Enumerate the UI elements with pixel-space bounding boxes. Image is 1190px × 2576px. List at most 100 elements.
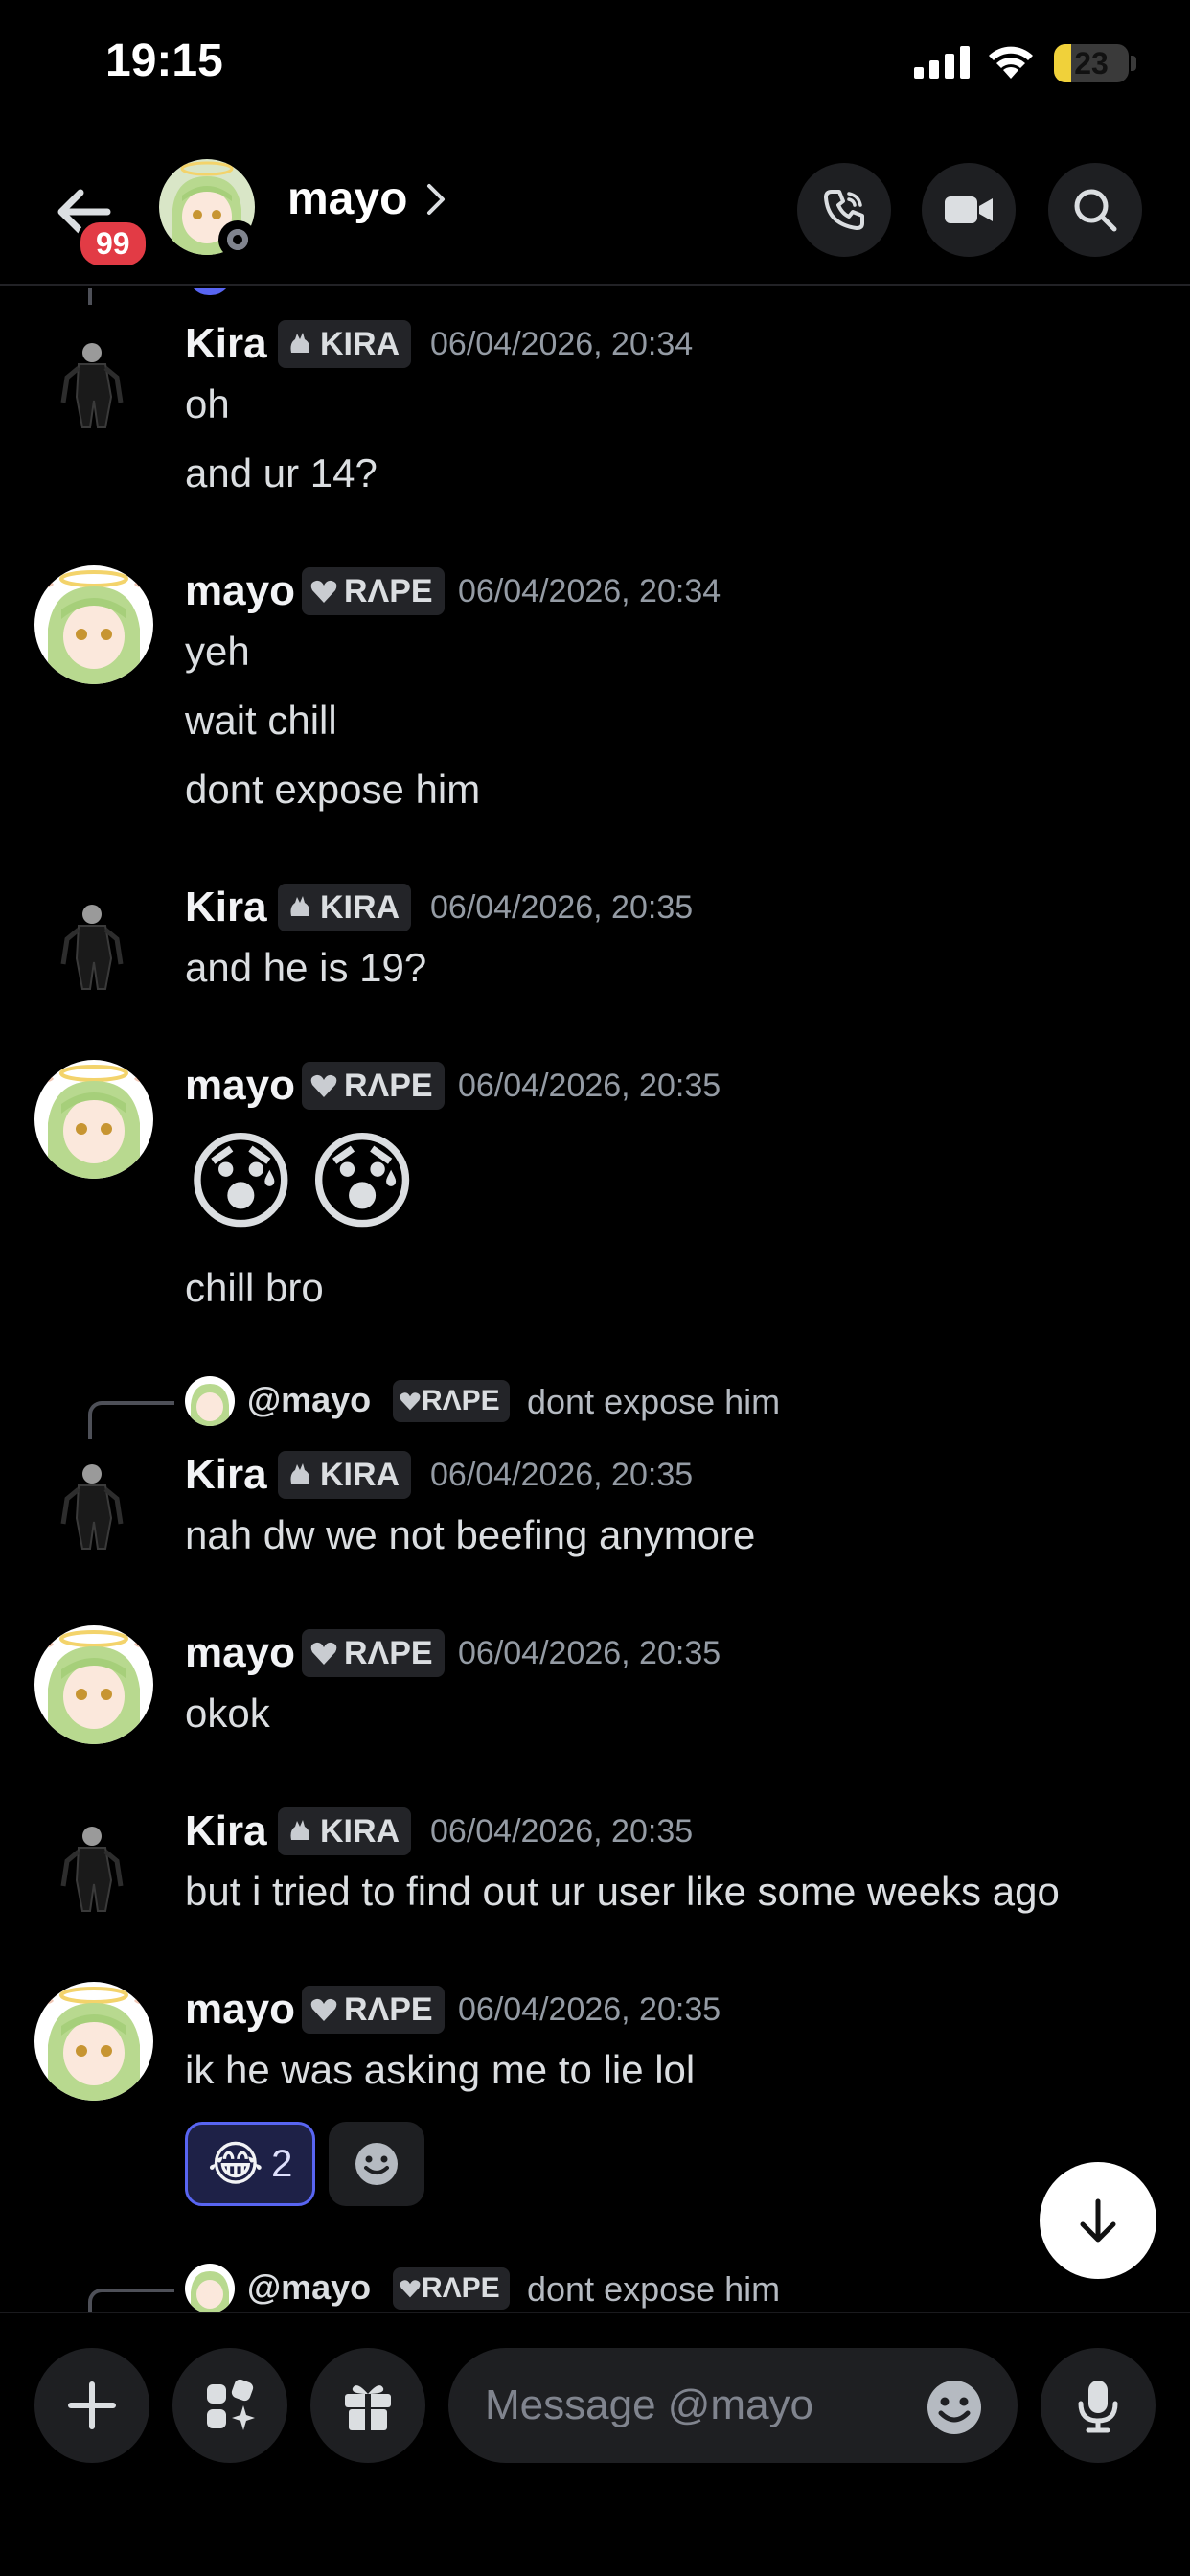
timestamp: 06/04/2026, 20:35 [458, 1068, 721, 1104]
reply-connector [88, 1401, 174, 1439]
server-tag-label: RΛPE [344, 1634, 433, 1671]
server-tag[interactable]: RΛPE [302, 1062, 445, 1110]
author-name[interactable]: mayo [185, 1986, 295, 2034]
message-text: chill bro [185, 1265, 324, 1310]
server-tag[interactable]: KIRA [278, 1807, 412, 1855]
server-tag-label: RΛPE [344, 1990, 433, 2028]
add-reaction-button[interactable] [329, 2122, 424, 2206]
reaction-pill[interactable]: 😂 2 [185, 2122, 315, 2206]
cellular-signal-icon [914, 46, 970, 79]
microphone-icon [1078, 2380, 1118, 2433]
voice-call-button[interactable] [797, 163, 891, 257]
partial-reply-avatar [188, 288, 232, 295]
search-icon [1074, 189, 1117, 232]
heart-icon [400, 2280, 421, 2298]
message-text: dont expose him [185, 767, 481, 812]
server-tag[interactable]: RΛPE [302, 1986, 445, 2034]
message-text: okok [185, 1690, 270, 1736]
video-camera-icon [945, 196, 993, 223]
avatar[interactable] [34, 882, 153, 1000]
smile-plus-icon [355, 2143, 398, 2185]
dm-header: 99 mayo [0, 144, 1190, 286]
apps-button[interactable] [172, 2348, 287, 2463]
avatar [185, 1376, 235, 1426]
avatar [185, 2264, 235, 2312]
gift-button[interactable] [310, 2348, 425, 2463]
reaction-count: 2 [271, 2142, 293, 2185]
jumbo-emoji: 😰😰 [185, 1122, 428, 1242]
author-name[interactable]: mayo [185, 567, 295, 615]
avatar[interactable] [34, 1441, 153, 1560]
message-text: ik he was asking me to lie lol [185, 2047, 696, 2092]
server-tag[interactable]: RΛPE [302, 567, 445, 615]
wifi-icon [989, 46, 1033, 79]
reply-preview[interactable]: dont expose him [527, 2269, 780, 2310]
status-time: 19:15 [105, 35, 223, 86]
heart-icon [400, 1392, 421, 1411]
emoji-picker-icon[interactable] [924, 2377, 985, 2438]
reply-preview[interactable]: dont expose him [527, 1382, 780, 1422]
avatar[interactable] [34, 320, 153, 439]
message-composer [0, 2312, 1190, 2576]
author-name[interactable]: Kira [185, 1451, 267, 1499]
message-text: and he is 19? [185, 945, 427, 990]
timestamp: 06/04/2026, 20:35 [458, 1635, 721, 1671]
reply-author[interactable]: @mayo [247, 2267, 371, 2308]
author-name[interactable]: mayo [185, 1629, 295, 1677]
jump-to-present-button[interactable] [1040, 2162, 1156, 2279]
flame-hand-icon [290, 1463, 309, 1484]
server-tag[interactable]: KIRA [278, 1451, 412, 1499]
server-tag-label: KIRA [320, 325, 400, 362]
avatar[interactable] [34, 1625, 153, 1744]
message-text: wait chill [185, 698, 337, 743]
attach-button[interactable] [34, 2348, 149, 2463]
server-tag-label: RΛPE [344, 1067, 433, 1104]
server-tag[interactable]: RΛPE [302, 1629, 445, 1677]
message-list[interactable]: Kira KIRA 06/04/2026, 20:34 oh and ur 14… [0, 288, 1190, 2312]
server-tag: RΛPE [393, 2267, 510, 2310]
avatar[interactable] [34, 1060, 153, 1179]
avatar[interactable] [34, 1982, 153, 2101]
timestamp: 06/04/2026, 20:35 [430, 889, 694, 926]
server-tag-label: KIRA [320, 888, 400, 926]
plus-icon [68, 2381, 116, 2429]
video-call-button[interactable] [922, 163, 1016, 257]
server-tag-label: KIRA [320, 1456, 400, 1493]
battery-level: 23 [1074, 46, 1109, 80]
server-tag[interactable]: KIRA [278, 884, 412, 932]
message-text: yeh [185, 629, 250, 674]
joy-emoji-icon: 😂 [207, 2137, 264, 2191]
message-text: oh [185, 381, 230, 426]
server-tag-label: KIRA [320, 1812, 400, 1850]
chevron-right-icon[interactable] [425, 182, 446, 217]
timestamp: 06/04/2026, 20:34 [430, 326, 694, 362]
battery-icon: 23 [1054, 44, 1129, 82]
voice-message-button[interactable] [1041, 2348, 1156, 2463]
arrow-down-icon [1080, 2198, 1116, 2242]
author-name[interactable]: mayo [185, 1062, 295, 1110]
reply-author[interactable]: @mayo [247, 1380, 371, 1420]
author-name[interactable]: Kira [185, 1807, 267, 1855]
server-tag: RΛPE [393, 1380, 510, 1422]
presence-offline-icon [218, 220, 257, 259]
server-tag-label: RΛPE [344, 572, 433, 610]
author-name[interactable]: Kira [185, 320, 267, 368]
timestamp: 06/04/2026, 20:35 [430, 1813, 694, 1850]
dm-title[interactable]: mayo [287, 172, 407, 225]
phone-icon [824, 190, 864, 230]
search-button[interactable] [1048, 163, 1142, 257]
apps-sparkle-icon [207, 2379, 255, 2430]
heart-icon [310, 580, 337, 603]
server-tag[interactable]: KIRA [278, 320, 412, 368]
timestamp: 06/04/2026, 20:35 [430, 1457, 694, 1493]
author-name[interactable]: Kira [185, 884, 267, 932]
heart-icon [310, 1998, 337, 2021]
unread-badge: 99 [77, 218, 149, 269]
flame-hand-icon [290, 333, 309, 353]
avatar[interactable] [34, 1804, 153, 1922]
message-text: but i tried to find out ur user like som… [185, 1869, 1060, 1914]
heart-icon [310, 1642, 337, 1665]
flame-hand-icon [290, 896, 309, 916]
avatar[interactable] [34, 565, 153, 684]
reply-connector [88, 2288, 174, 2312]
